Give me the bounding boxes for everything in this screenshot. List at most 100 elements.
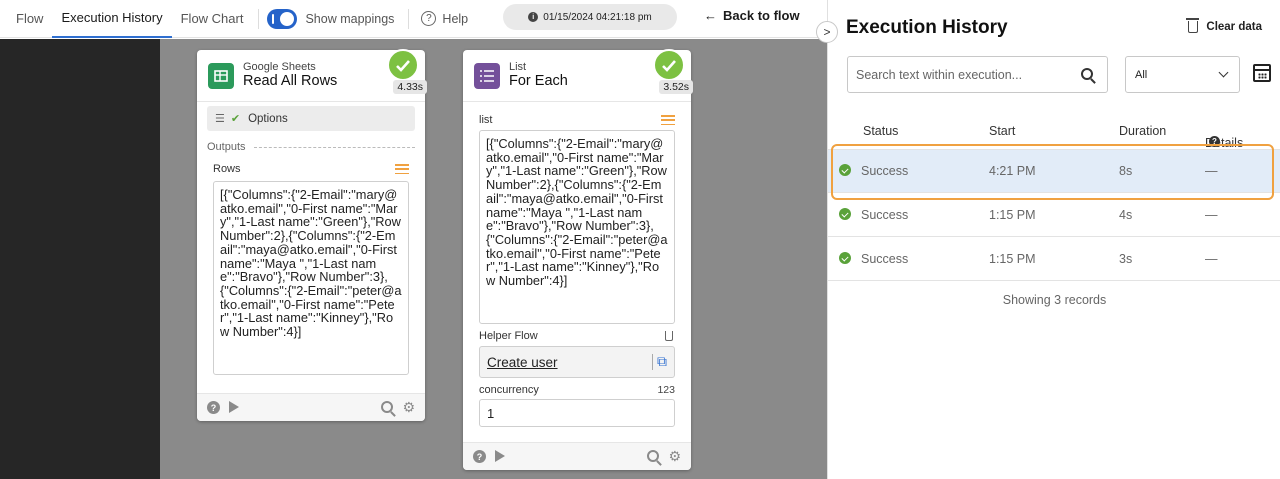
column-duration: Duration [1119,124,1167,138]
success-icon [839,208,851,220]
records-count: Showing 3 records [1002,293,1107,307]
search-icon[interactable] [647,450,659,462]
external-link-icon[interactable]: ⧉ [652,354,668,370]
chevron-right-icon: > [823,25,831,39]
success-icon [839,164,851,176]
trash-icon[interactable] [665,331,673,341]
row-duration: 3s [1119,252,1133,266]
rows-field: Rows [{"Columns":{"2-Email":"mary@atko.e… [213,163,409,375]
card-title: Read All Rows [243,73,338,89]
row-status: Success [861,208,909,222]
card-footer: ? ⚙ [463,442,691,470]
app-name: List [509,61,527,73]
clear-data-label: Clear data [1206,21,1262,33]
top-nav: Flow Execution History Flow Chart Show m… [0,0,827,38]
row-details: — [1205,208,1218,222]
card-footer: ? ⚙ [197,393,425,421]
row-details: — [1205,252,1218,266]
rows-label-row: Rows [213,163,409,175]
tab-flow[interactable]: Flow [0,0,52,38]
row-start: 4:21 PM [989,164,1036,178]
back-label: Back to flow [723,8,800,23]
card-header: Google Sheets Read All Rows 4.33s [197,49,427,102]
tab-execution-history[interactable]: Execution History [52,0,172,38]
card-google-sheets[interactable]: Google Sheets Read All Rows 4.33s ☰ ✔ Op… [197,49,427,421]
row-duration: 4s [1119,208,1133,222]
status-filter-select[interactable]: All [1125,56,1240,93]
chevron-down-icon [1218,67,1229,78]
help-icon[interactable]: ? [473,450,486,463]
concurrency-field: concurrency 123 1 [479,384,675,427]
help-icon[interactable]: ? [207,401,220,414]
table-row[interactable]: Success 1:15 PM 4s — [828,194,1280,237]
outputs-divider: Outputs [207,141,415,153]
options-label: Options [248,112,288,125]
row-start: 1:15 PM [989,208,1036,222]
help-icon[interactable]: ? [421,11,437,26]
help-link[interactable]: Help [442,12,468,26]
concurrency-label: concurrency [479,384,539,396]
tab-flow-chart[interactable]: Flow Chart [172,0,253,38]
duration-badge: 4.33s [393,80,427,94]
collapse-panel-button[interactable]: > [816,21,838,43]
google-sheets-icon [208,63,234,89]
table-row[interactable]: Success 1:15 PM 3s — [828,238,1280,281]
play-icon[interactable] [495,450,505,462]
sliders-icon: ☰ [215,113,225,125]
calendar-icon[interactable] [1253,64,1271,82]
number-type-icon: 123 [657,384,675,396]
column-status: Status [863,124,899,138]
list-field: list [{"Columns":{"2-Email":"mary@atko.e… [479,114,675,324]
concurrency-input[interactable]: 1 [479,399,675,427]
row-start: 1:15 PM [989,252,1036,266]
list-input[interactable]: [{"Columns":{"2-Email":"mary@atko.email"… [479,130,675,324]
card-header: List For Each 3.52s [463,49,693,102]
duration-badge: 3.52s [659,80,693,94]
divider [258,8,260,29]
list-icon[interactable] [661,115,675,125]
options-button[interactable]: ☰ ✔ Options [207,106,415,131]
trash-icon [1186,18,1200,33]
status-filter-value: All [1135,68,1148,81]
success-icon [839,252,851,264]
rows-label: Rows [213,163,241,175]
success-check-icon [387,49,419,81]
show-mappings-toggle[interactable] [267,8,298,29]
gear-icon[interactable]: ⚙ [668,448,681,465]
row-details: — [1205,164,1218,178]
card-title: For Each [509,73,568,89]
play-icon[interactable] [229,401,239,413]
clear-data-button[interactable]: Clear data [1186,18,1262,33]
rows-output[interactable]: [{"Columns":{"2-Email":"mary@atko.email"… [213,181,409,375]
divider [408,8,410,29]
list-label-row: list [479,114,675,126]
row-duration: 8s [1119,164,1133,178]
success-check-icon [653,49,685,81]
left-sidebar [0,39,160,479]
search-icon[interactable] [1081,68,1093,80]
panel-title: Execution History [846,17,1008,38]
list-label: list [479,114,493,126]
outputs-label: Outputs [207,141,246,153]
table-row[interactable]: Success 4:21 PM 8s — [828,150,1280,193]
helper-flow-select[interactable]: Create user ⧉ [479,346,675,378]
search-box [847,56,1108,93]
row-status: Success [861,164,909,178]
search-icon[interactable] [381,401,393,413]
search-input[interactable] [856,67,1076,82]
show-mappings-label: Show mappings [305,11,395,26]
column-start: Start [989,124,1016,138]
help-icon[interactable]: ? [1209,136,1220,147]
helper-flow-link[interactable]: Create user [487,355,558,370]
timestamp-text: 01/15/2024 04:21:18 pm [543,11,652,23]
card-list-for-each[interactable]: List For Each 3.52s list [{"Columns":{"2… [463,49,693,470]
concurrency-label-row: concurrency 123 [479,384,675,396]
helper-flow-field: Helper Flow Create user ⧉ [479,330,675,378]
back-to-flow-link[interactable]: ← Back to flow [704,8,800,23]
execution-timestamp: i 01/15/2024 04:21:18 pm [503,4,677,30]
helper-flow-label: Helper Flow [479,330,538,342]
arrow-left-icon: ← [704,8,717,23]
list-icon[interactable] [395,164,409,174]
gear-icon[interactable]: ⚙ [402,399,415,416]
info-icon: i [528,12,539,22]
